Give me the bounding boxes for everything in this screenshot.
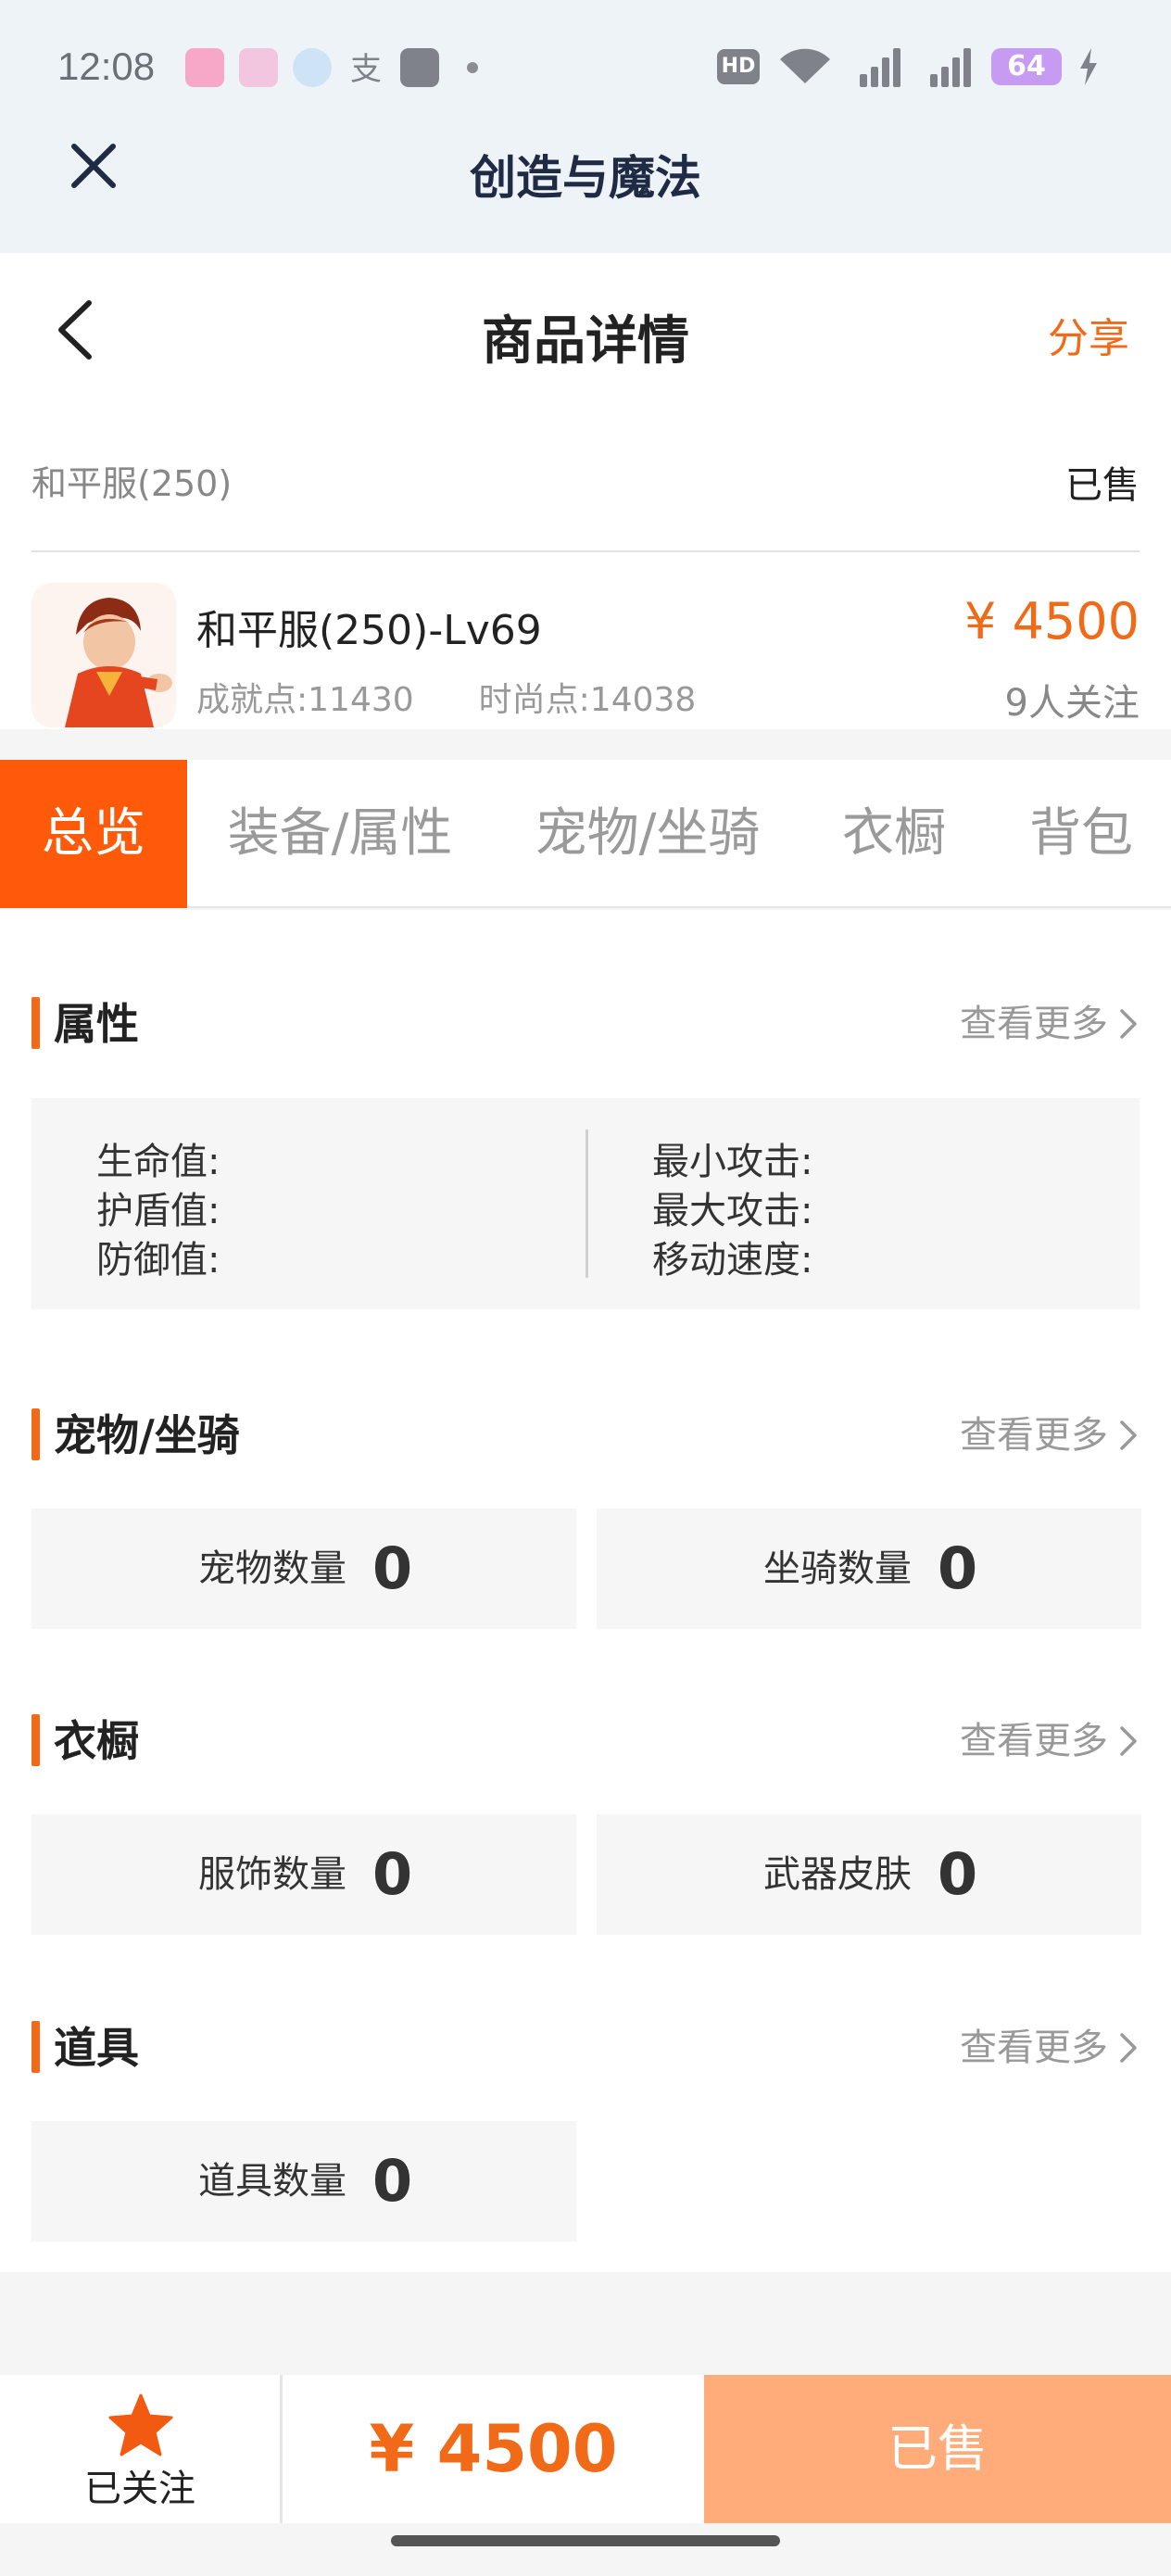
bottom-price: ¥ 4500 xyxy=(369,2411,618,2487)
more-label: 查看更多 xyxy=(960,1414,1108,1457)
divider xyxy=(586,1130,588,1278)
more-notifications-icon xyxy=(467,62,478,73)
overview-content: 属性 查看更多 生命值: 护盾值: 防御值: 最小攻击: 最大攻击: 移动速度:… xyxy=(0,910,1171,2272)
attr-shield: 护盾值: xyxy=(96,1190,220,1232)
section-accent-bar xyxy=(31,1408,40,1460)
hd-voice-icon: HD xyxy=(717,49,760,84)
card-value: 0 xyxy=(938,1534,978,1602)
card-label: 服饰数量 xyxy=(198,1853,346,1896)
app-notification-icon xyxy=(185,48,224,87)
chevron-right-icon xyxy=(1120,2033,1137,2063)
sold-button[interactable]: 已售 xyxy=(704,2375,1171,2523)
chevron-right-icon xyxy=(1120,1421,1137,1450)
signal-5g-icon xyxy=(850,46,904,87)
pets-section-header: 宠物/坐骑 查看更多 xyxy=(31,1403,1140,1468)
tab-bar: 总览 装备/属性 宠物/坐骑 衣橱 背包 xyxy=(0,760,1171,908)
status-badge: 已售 xyxy=(1065,464,1140,507)
product-price: ¥ 4500 xyxy=(964,592,1140,650)
divider xyxy=(31,550,1140,552)
status-time: 12:08 xyxy=(57,44,156,88)
follow-label: 已关注 xyxy=(84,2468,195,2510)
status-bar: 12:08 支 HD 64 xyxy=(0,0,1171,139)
attr-max-attack: 最大攻击: xyxy=(652,1190,813,1232)
card-value: 0 xyxy=(372,1840,413,1908)
attributes-box: 生命值: 护盾值: 防御值: 最小攻击: 最大攻击: 移动速度: xyxy=(31,1098,1140,1309)
attr-min-attack: 最小攻击: xyxy=(652,1141,813,1183)
item-count-card: 道具数量 0 xyxy=(31,2121,576,2241)
product-summary: 和平服(250) 已售 和平服(250)-Lv69 成就点:11430 时尚点:1… xyxy=(0,407,1171,729)
notification-icons: 支 xyxy=(185,48,478,87)
wifi-icon xyxy=(780,48,830,83)
charging-icon xyxy=(1080,48,1097,85)
follower-count: 9人关注 xyxy=(1004,682,1140,725)
attributes-section-header: 属性 查看更多 xyxy=(31,991,1140,1056)
section-accent-bar xyxy=(31,997,40,1049)
section-title: 道具 xyxy=(54,2023,139,2073)
chevron-right-icon xyxy=(1120,1009,1137,1039)
section-title: 属性 xyxy=(54,999,139,1049)
tab-wardrobe[interactable]: 衣橱 xyxy=(825,760,963,908)
section-title: 衣橱 xyxy=(54,1716,139,1766)
bottom-action-bar: 已关注 ¥ 4500 已售 xyxy=(0,2375,1171,2523)
signal-5g-icon xyxy=(921,46,975,87)
product-points: 成就点:11430 时尚点:14038 xyxy=(196,673,696,721)
character-avatar xyxy=(31,583,176,727)
webview-title: 创造与魔法 xyxy=(470,151,701,205)
tab-equipment[interactable]: 装备/属性 xyxy=(209,760,471,908)
items-more-link[interactable]: 查看更多 xyxy=(960,2015,1140,2080)
section-accent-bar xyxy=(31,1714,40,1766)
card-value: 0 xyxy=(372,2147,413,2215)
product-category: 和平服(250) xyxy=(31,463,233,504)
wardrobe-more-link[interactable]: 查看更多 xyxy=(960,1709,1140,1774)
items-section-header: 道具 查看更多 xyxy=(31,2015,1140,2080)
home-indicator[interactable] xyxy=(391,2535,780,2546)
card-value: 0 xyxy=(938,1840,978,1908)
follow-button[interactable]: 已关注 xyxy=(0,2375,280,2523)
app-notification-icon xyxy=(400,48,439,87)
more-label: 查看更多 xyxy=(960,2027,1108,2069)
card-value: 0 xyxy=(372,1534,413,1602)
card-label: 坐骑数量 xyxy=(763,1547,912,1590)
card-label: 武器皮肤 xyxy=(763,1853,912,1896)
pet-count-card: 宠物数量 0 xyxy=(31,1509,576,1629)
achievement-points: 成就点:11430 xyxy=(196,681,414,719)
tab-pets-mounts[interactable]: 宠物/坐骑 xyxy=(521,760,774,908)
apparel-count-card: 服饰数量 0 xyxy=(31,1814,576,1935)
fashion-points: 时尚点:14038 xyxy=(478,681,697,719)
tab-overview[interactable]: 总览 xyxy=(0,760,187,908)
attr-move-speed: 移动速度: xyxy=(652,1239,813,1282)
page-header: 商品详情 分享 xyxy=(0,253,1171,407)
more-label: 查看更多 xyxy=(960,1003,1108,1045)
svg-text:支: 支 xyxy=(350,51,382,87)
section-title: 宠物/坐骑 xyxy=(54,1410,240,1460)
section-accent-bar xyxy=(31,2021,40,2073)
card-label: 宠物数量 xyxy=(198,1547,346,1590)
top-region: 12:08 支 HD 64 创造与魔法 xyxy=(0,0,1171,253)
battery-icon: 64 xyxy=(991,48,1062,85)
attr-hp: 生命值: xyxy=(96,1141,220,1183)
app-notification-icon xyxy=(239,48,278,87)
share-button[interactable]: 分享 xyxy=(1048,305,1129,364)
attr-defense: 防御值: xyxy=(96,1239,220,1282)
page-title: 商品详情 xyxy=(482,311,689,372)
tab-backpack[interactable]: 背包 xyxy=(1012,760,1151,908)
weapon-skin-card: 武器皮肤 0 xyxy=(597,1814,1141,1935)
alipay-icon: 支 xyxy=(350,51,382,87)
chevron-right-icon xyxy=(1120,1726,1137,1756)
attributes-more-link[interactable]: 查看更多 xyxy=(960,991,1140,1056)
pets-more-link[interactable]: 查看更多 xyxy=(960,1403,1140,1468)
more-label: 查看更多 xyxy=(960,1720,1108,1762)
product-name: 和平服(250)-Lv69 xyxy=(196,607,542,654)
wardrobe-section-header: 衣橱 查看更多 xyxy=(31,1709,1140,1774)
app-notification-icon xyxy=(293,48,332,87)
star-icon xyxy=(108,2393,173,2456)
mount-count-card: 坐骑数量 0 xyxy=(597,1509,1141,1629)
card-label: 道具数量 xyxy=(198,2160,346,2203)
system-icons: HD 64 xyxy=(717,46,1099,87)
